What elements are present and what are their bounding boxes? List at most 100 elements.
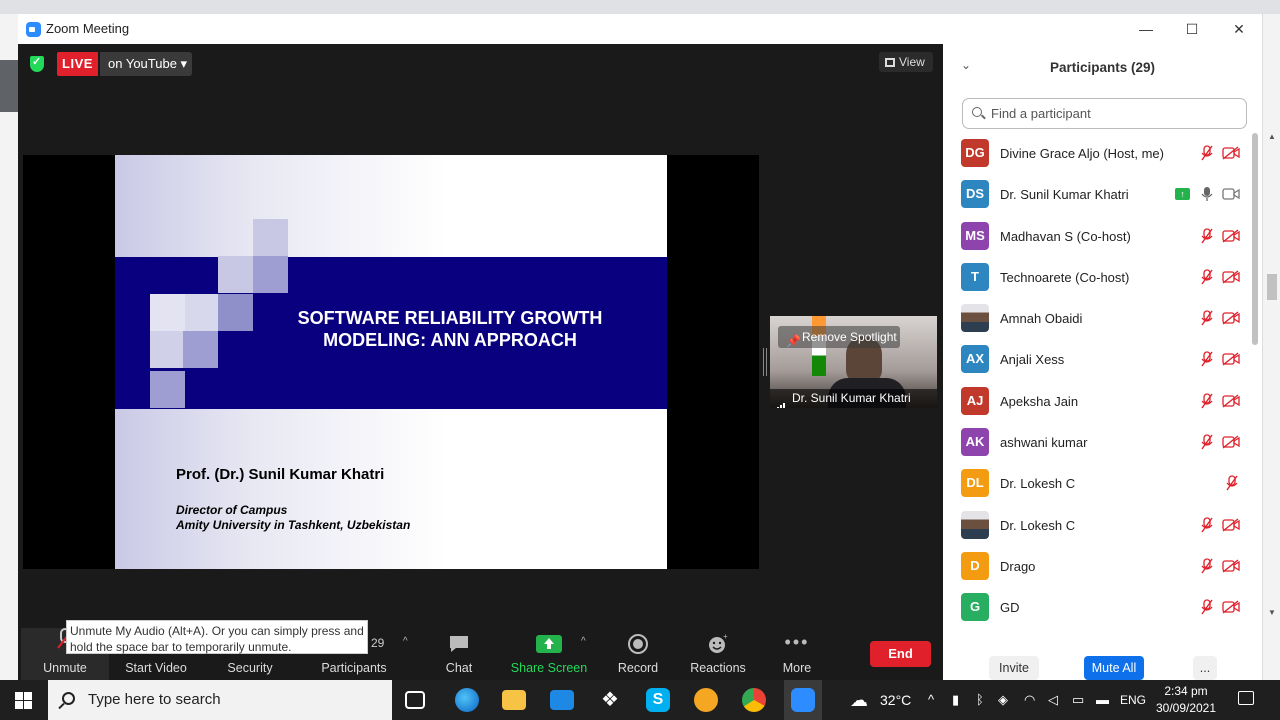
- mic-muted-icon[interactable]: [1226, 475, 1238, 491]
- mail-icon[interactable]: [550, 690, 574, 710]
- participant-list-scrollbar[interactable]: [1249, 133, 1259, 638]
- spotlight-video[interactable]: 📌 Remove Spotlight Dr. Sunil Kumar Khatri: [770, 316, 937, 408]
- participant-name: Apeksha Jain: [1000, 393, 1079, 409]
- live-platform-dropdown[interactable]: on YouTube ▾: [100, 52, 192, 76]
- skype-icon[interactable]: S: [646, 688, 670, 712]
- language-indicator[interactable]: ENG: [1120, 680, 1146, 720]
- participant-row[interactable]: DG Divine Grace Aljo (Host, me): [943, 133, 1249, 174]
- mic-muted-icon[interactable]: [1201, 269, 1213, 285]
- volume-icon[interactable]: ◁: [1048, 680, 1058, 720]
- camera-off-icon[interactable]: [1222, 600, 1240, 614]
- slide-author: Prof. (Dr.) Sunil Kumar Khatri: [176, 466, 385, 483]
- notifications-icon[interactable]: [1238, 691, 1254, 705]
- end-meeting-button[interactable]: End: [870, 641, 931, 667]
- mic-muted-icon[interactable]: [1201, 351, 1213, 367]
- chat-label: Chat: [445, 661, 473, 675]
- share-caret-icon[interactable]: ^: [581, 636, 586, 647]
- mic-on-icon[interactable]: [1201, 186, 1213, 202]
- participant-row[interactable]: AK ashwani kumar: [943, 422, 1249, 463]
- camera-off-icon[interactable]: [1222, 311, 1240, 325]
- brave-browser-icon[interactable]: [694, 688, 718, 712]
- power-icon[interactable]: ▬: [1096, 680, 1109, 720]
- participant-row[interactable]: G GD: [943, 587, 1249, 628]
- panel-more-button[interactable]: ...: [1193, 656, 1217, 680]
- participant-row[interactable]: D Drago: [943, 546, 1249, 587]
- temperature[interactable]: 32°C: [880, 680, 911, 720]
- camera-off-icon[interactable]: [1222, 518, 1240, 532]
- background-window-edge: [0, 14, 18, 680]
- dropbox-icon[interactable]: ❖: [598, 688, 622, 712]
- remove-spotlight-button[interactable]: 📌 Remove Spotlight: [778, 326, 900, 348]
- zoom-app-icon[interactable]: [791, 688, 815, 712]
- participant-list: DG Divine Grace Aljo (Host, me) DS Dr. Suni…: [943, 133, 1249, 638]
- participant-row[interactable]: Amnah Obaidi: [943, 298, 1249, 339]
- camera-on-icon[interactable]: [1222, 187, 1240, 201]
- participant-row[interactable]: T Technoarete (Co-host): [943, 257, 1249, 298]
- mic-muted-icon[interactable]: [1201, 310, 1213, 326]
- camera-off-icon[interactable]: [1222, 352, 1240, 367]
- windows-start-icon[interactable]: [15, 692, 32, 709]
- mic-muted-icon[interactable]: [1201, 145, 1213, 161]
- share-screen-button[interactable]: Share Screen: [510, 594, 588, 680]
- camera-off-icon[interactable]: [1222, 435, 1240, 449]
- camera-off-icon[interactable]: [1222, 229, 1240, 243]
- taskbar-clock[interactable]: 2:34 pm 30/09/2021: [1148, 683, 1224, 717]
- file-explorer-icon[interactable]: [502, 690, 526, 710]
- minimize-button[interactable]: —: [1131, 18, 1161, 40]
- mic-muted-icon[interactable]: [1201, 227, 1213, 244]
- participant-row[interactable]: DS Dr. Sunil Kumar Khatri ↑: [943, 174, 1249, 215]
- mic-muted-icon[interactable]: [1201, 558, 1213, 574]
- security-shield-icon: [30, 55, 44, 72]
- tray-expand-icon[interactable]: ^: [928, 680, 934, 720]
- participant-row[interactable]: DL Dr. Lokesh C: [943, 463, 1249, 504]
- camera-off-icon[interactable]: [1222, 394, 1240, 408]
- mic-muted-icon[interactable]: [1201, 517, 1213, 533]
- participants-header: ⌄ Participants (29): [943, 44, 1262, 90]
- chrome-icon[interactable]: [742, 688, 766, 712]
- taskbar-search-box[interactable]: Type here to search: [48, 680, 392, 720]
- task-view-icon[interactable]: [405, 691, 425, 709]
- taskbar-search-placeholder: Type here to search: [88, 691, 221, 708]
- participant-row[interactable]: MS Madhavan S (Co-host): [943, 216, 1249, 257]
- camera-off-icon[interactable]: [1222, 270, 1240, 284]
- invite-button[interactable]: Invite: [989, 656, 1039, 680]
- chat-button[interactable]: Chat: [432, 594, 486, 680]
- record-button[interactable]: Record: [611, 594, 665, 680]
- participants-caret-icon[interactable]: ^: [403, 636, 408, 647]
- more-button[interactable]: ••• More: [772, 594, 822, 680]
- mic-muted-icon[interactable]: [1201, 434, 1213, 450]
- close-button[interactable]: ✕: [1224, 18, 1254, 40]
- wifi-icon[interactable]: ◠: [1024, 680, 1035, 720]
- share-screen-label: Share Screen: [510, 661, 588, 675]
- mic-muted-icon[interactable]: [1201, 599, 1213, 615]
- zoom-window: Zoom Meeting — ☐ ✕ LIVE on YouTube ▾ Vie…: [18, 14, 1262, 694]
- maximize-button[interactable]: ☐: [1177, 18, 1207, 40]
- participant-avatar: G: [961, 593, 989, 622]
- reactions-label: Reactions: [690, 661, 746, 675]
- participant-row[interactable]: AJ Apeksha Jain: [943, 381, 1249, 422]
- camera-off-icon[interactable]: [1222, 146, 1240, 160]
- start-video-label: Start Video: [125, 661, 187, 675]
- clock-time: 2:34 pm: [1164, 684, 1208, 698]
- bluetooth-icon[interactable]: ᛒ: [976, 680, 984, 720]
- more-dots-icon: •••: [784, 632, 810, 652]
- mic-muted-icon[interactable]: [1201, 393, 1213, 409]
- reactions-button[interactable]: + Reactions: [686, 594, 750, 680]
- participant-search-input[interactable]: Find a participant: [962, 98, 1247, 129]
- participant-name: Drago: [1000, 558, 1036, 574]
- weather-icon[interactable]: ☁: [850, 680, 868, 720]
- participants-label: Participants: [321, 661, 387, 675]
- view-button[interactable]: View: [879, 52, 933, 72]
- camera-off-icon[interactable]: [1222, 559, 1240, 573]
- participant-row[interactable]: Dr. Lokesh C: [943, 505, 1249, 546]
- more-label: More: [782, 661, 812, 675]
- edge-browser-icon[interactable]: [455, 688, 479, 712]
- display-icon[interactable]: ▭: [1072, 680, 1084, 720]
- security-label: Security: [227, 661, 273, 675]
- record-icon: [628, 634, 648, 654]
- mute-all-button[interactable]: Mute All: [1084, 656, 1144, 680]
- battery-icon[interactable]: ▮: [952, 680, 959, 720]
- security-tray-icon[interactable]: ◈: [998, 680, 1008, 720]
- split-view-handle[interactable]: [763, 348, 767, 376]
- participant-row[interactable]: AX Anjali Xess: [943, 339, 1249, 380]
